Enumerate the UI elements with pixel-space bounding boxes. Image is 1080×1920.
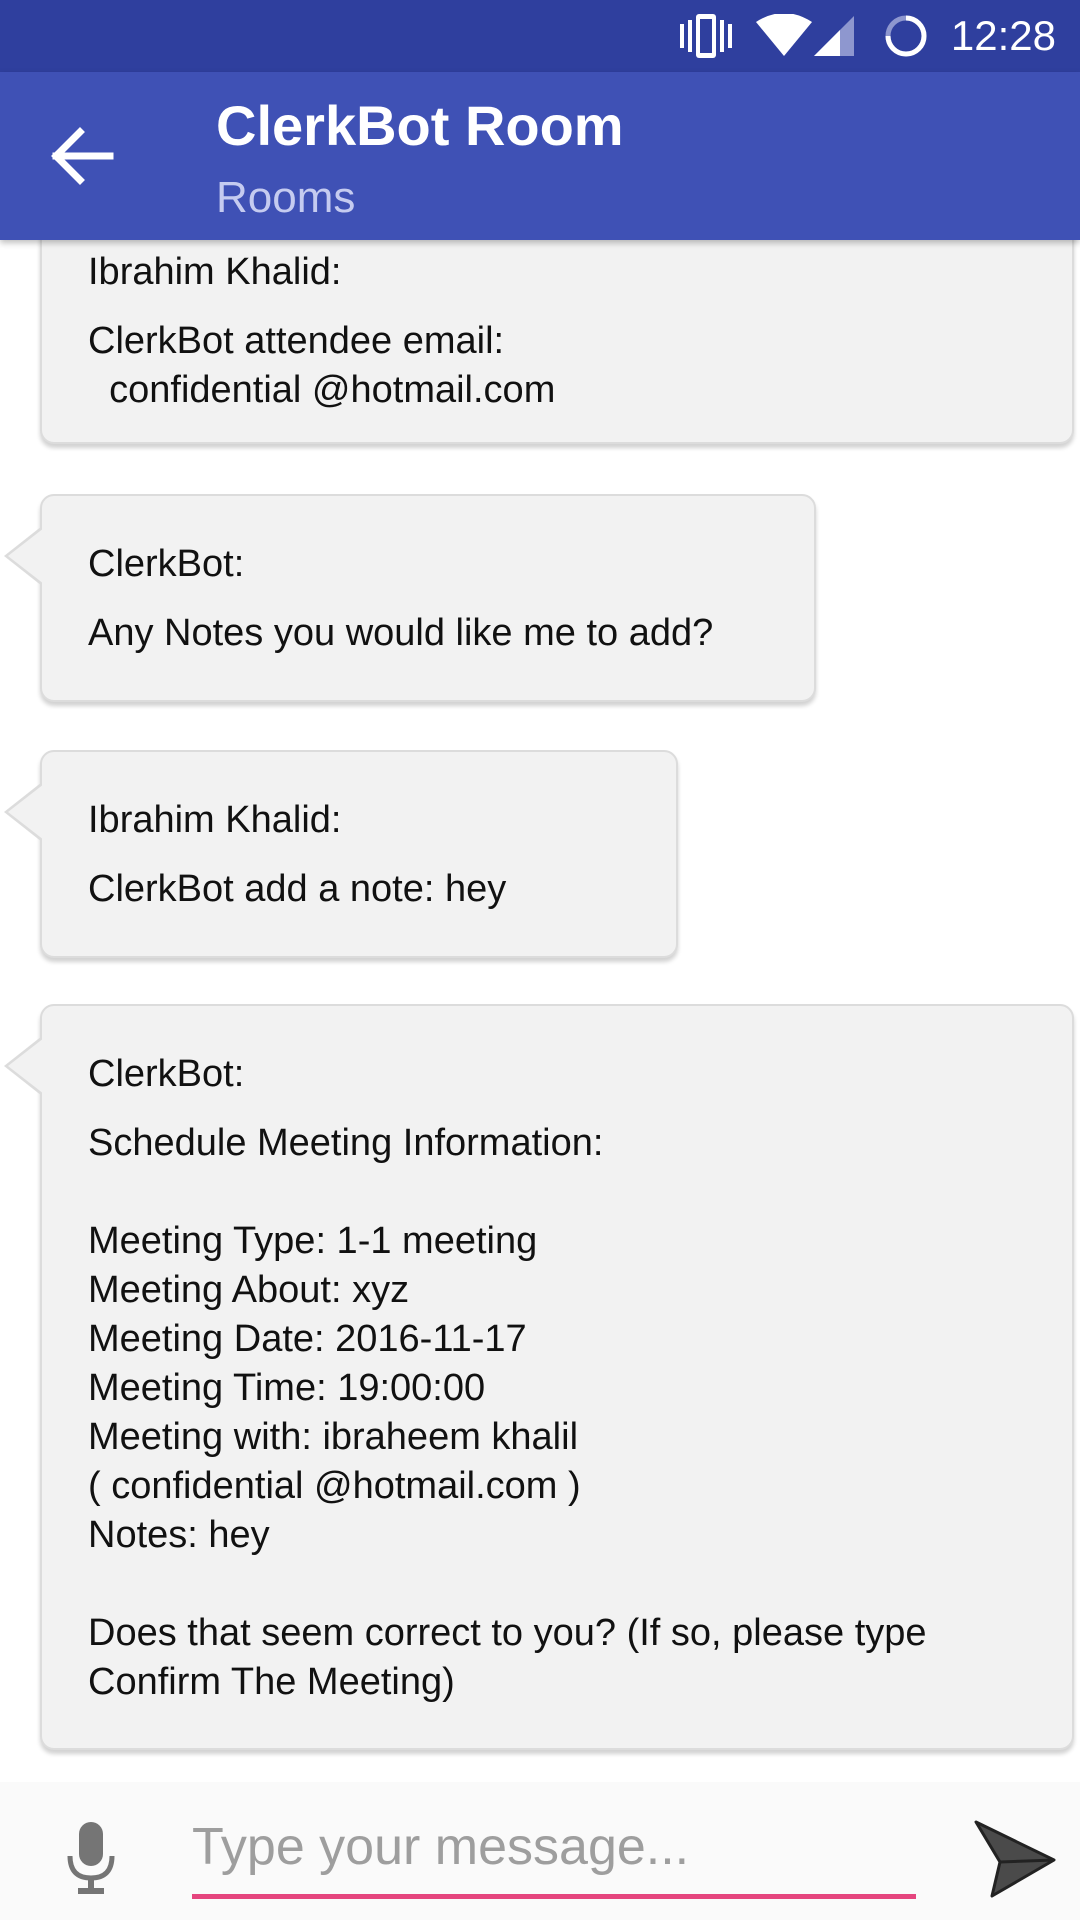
send-button[interactable] <box>970 1816 1058 1902</box>
message-sender: Ibrahim Khalid: <box>88 799 342 841</box>
wifi-icon <box>756 14 812 56</box>
message-sender: ClerkBot: <box>88 1053 245 1095</box>
message-sender: Ibrahim Khalid: <box>88 251 342 293</box>
microphone-icon <box>67 1822 115 1894</box>
send-icon <box>974 1820 1056 1898</box>
message-composer <box>0 1782 1080 1920</box>
status-bar: 12:28 <box>0 0 1080 72</box>
microphone-button[interactable] <box>66 1820 116 1896</box>
status-time: 12:28 <box>950 12 1056 59</box>
cell-signal-icon <box>814 16 854 56</box>
chat-message-list[interactable]: Ibrahim Khalid: ClerkBot attendee email:… <box>0 240 1080 1782</box>
back-button[interactable] <box>48 124 120 188</box>
message-text: Schedule Meeting Information: Meeting Ty… <box>88 1122 927 1703</box>
loading-icon <box>885 15 927 57</box>
message-text: Any Notes you would like me to add? <box>88 612 714 654</box>
message-sender: ClerkBot: <box>88 543 245 585</box>
message-input[interactable] <box>192 1812 916 1882</box>
arrow-back-icon <box>51 127 114 185</box>
message-text: ClerkBot add a note: hey <box>88 868 507 910</box>
input-underline <box>192 1894 916 1899</box>
room-title: ClerkBot Room <box>216 94 624 157</box>
message-text: ClerkBot attendee email: confidential @h… <box>88 320 556 411</box>
chat-message: Ibrahim Khalid: ClerkBot attendee email:… <box>40 240 1074 444</box>
app-bar: ClerkBot Room Rooms <box>0 72 1080 240</box>
chat-message: ClerkBot: Any Notes you would like me to… <box>4 494 816 702</box>
chat-message: Ibrahim Khalid: ClerkBot add a note: hey <box>4 750 678 958</box>
chat-message: ClerkBot: Schedule Meeting Information: … <box>4 1004 1074 1750</box>
room-subtitle: Rooms <box>216 173 356 222</box>
status-icons <box>680 14 927 58</box>
vibrate-icon <box>680 14 732 58</box>
